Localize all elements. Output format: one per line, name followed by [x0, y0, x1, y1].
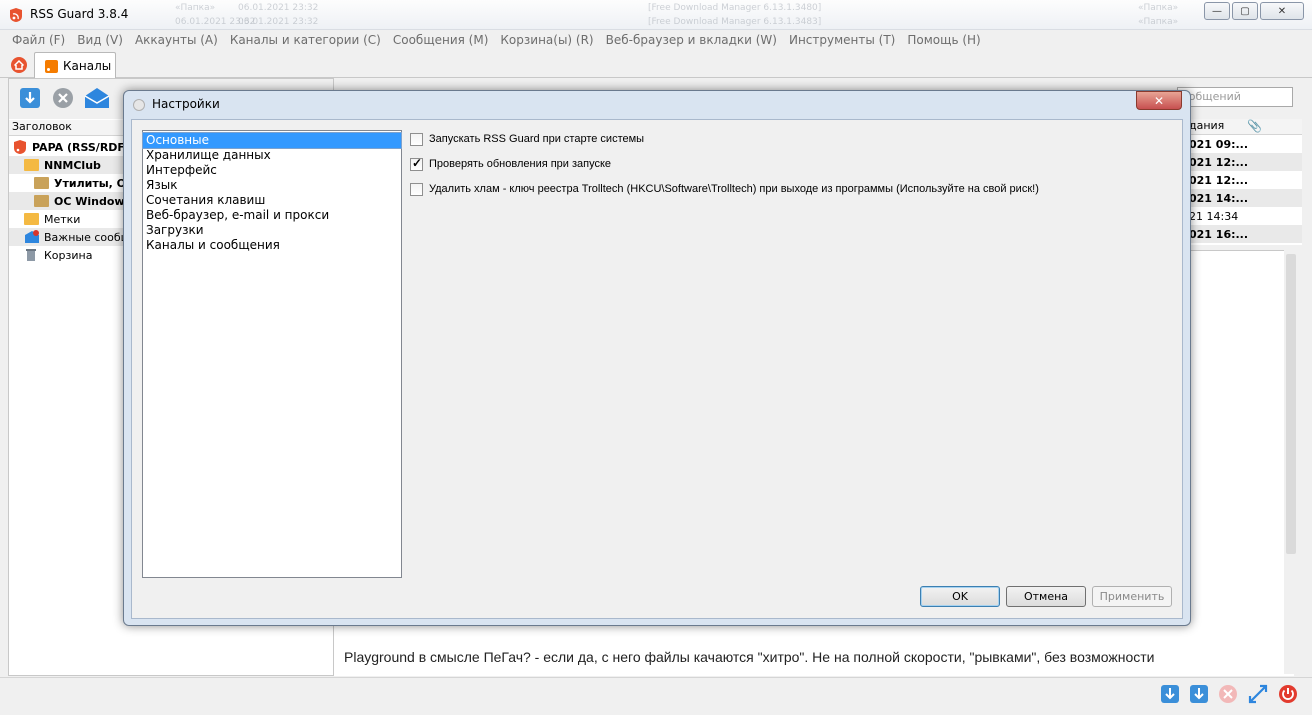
option-autostart[interactable]: Запускать RSS Guard при старте системы: [410, 130, 644, 148]
list-item[interactable]: 21 14:34: [1183, 207, 1302, 225]
option-label: Проверять обновления при запуске: [429, 158, 612, 170]
scrollbar-thumb[interactable]: [1286, 254, 1296, 554]
category-language[interactable]: Язык: [143, 178, 401, 193]
download-selected-icon[interactable]: [1189, 684, 1209, 704]
date-column-header[interactable]: дания 📎: [1183, 119, 1302, 135]
rss-guard-logo-icon: [14, 140, 26, 154]
settings-dialog: Настройки ✕ Основные Хранилище данных Ин…: [123, 90, 1191, 626]
rss-guard-logo-icon: [10, 8, 22, 22]
download-icon[interactable]: [19, 87, 41, 109]
dialog-body: Основные Хранилище данных Интерфейс Язык…: [131, 119, 1183, 619]
autostart-checkbox[interactable]: [410, 132, 423, 146]
category-shortcuts[interactable]: Сочетания клавиш: [143, 193, 401, 208]
menu-accounts[interactable]: Аккаунты (A): [135, 33, 218, 47]
tree-item-label: ОС Windows: [54, 194, 132, 208]
option-label: Удалить хлам - ключ реестра Trolltech (H…: [429, 183, 1039, 195]
maximize-button[interactable]: ▢: [1232, 2, 1258, 20]
menu-view[interactable]: Вид (V): [77, 33, 123, 47]
download-icon[interactable]: [1160, 684, 1180, 704]
tree-item-label: Корзина: [44, 248, 93, 262]
tab-feeds[interactable]: Каналы: [34, 52, 116, 79]
ghost-text: «Папка»: [1138, 3, 1179, 13]
dialog-close-button[interactable]: ✕: [1136, 91, 1182, 110]
messages-list: дания 📎 021 09:... 021 12:... 021 12:...…: [1182, 119, 1302, 245]
ghost-text: 06.01.2021 23:32: [238, 3, 319, 13]
title-bar: RSS Guard 3.8.4 «Папка» 06.01.2021 23:32…: [0, 0, 1312, 30]
ghost-text: 06.01.2021 23:32: [238, 17, 319, 27]
menu-file[interactable]: Файл (F): [12, 33, 65, 47]
menu-web-browser[interactable]: Веб-браузер и вкладки (W): [606, 33, 777, 47]
menu-messages[interactable]: Сообщения (M): [393, 33, 489, 47]
list-item[interactable]: 021 12:...: [1183, 171, 1302, 189]
category-interface[interactable]: Интерфейс: [143, 163, 401, 178]
general-options-panel: Запускать RSS Guard при старте системы П…: [406, 126, 1186, 256]
list-item[interactable]: 021 16:...: [1183, 225, 1302, 243]
category-data-storage[interactable]: Хранилище данных: [143, 148, 401, 163]
tree-item-label: NNMClub: [44, 158, 101, 172]
ok-button[interactable]: OK: [920, 586, 1000, 607]
folder-icon: [24, 159, 39, 171]
tab-feeds-label: Каналы: [63, 59, 112, 73]
ghost-text: [Free Download Manager 6.13.1.3483]: [648, 17, 822, 27]
preview-text: Playground в смысле ПеГач? - если да, с …: [344, 649, 1155, 665]
folder-icon: [34, 195, 49, 207]
menu-recycle-bin[interactable]: Корзина(ы) (R): [500, 33, 593, 47]
stop-icon[interactable]: [52, 87, 74, 109]
power-icon[interactable]: [1278, 684, 1298, 704]
fullscreen-icon[interactable]: [1248, 684, 1268, 704]
tree-item-label: Метки: [44, 212, 81, 226]
check-updates-checkbox[interactable]: [410, 156, 423, 171]
rss-icon: [45, 59, 58, 73]
trash-icon: [26, 249, 36, 261]
window-title: RSS Guard 3.8.4: [30, 7, 129, 21]
category-downloads[interactable]: Загрузки: [143, 223, 401, 238]
status-bar: [0, 677, 1312, 715]
category-feeds-messages[interactable]: Каналы и сообщения: [143, 238, 401, 253]
remove-trolltech-checkbox[interactable]: [410, 182, 423, 196]
menu-bar: Файл (F) Вид (V) Аккаунты (A) Каналы и к…: [0, 30, 1312, 50]
minimize-button[interactable]: —: [1204, 2, 1230, 20]
mail-icon[interactable]: [84, 87, 110, 109]
attachment-icon: 📎: [1247, 119, 1262, 133]
ghost-text: [Free Download Manager 6.13.1.3480]: [648, 3, 822, 13]
ghost-text: «Папка»: [1138, 17, 1179, 27]
dialog-title: Настройки: [152, 97, 220, 111]
list-item[interactable]: 021 09:...: [1183, 135, 1302, 153]
folder-icon: [34, 177, 49, 189]
preview-scrollbar[interactable]: [1284, 250, 1298, 674]
close-button[interactable]: ✕: [1260, 2, 1304, 20]
menu-tools[interactable]: Инструменты (T): [789, 33, 895, 47]
labels-folder-icon: [24, 213, 39, 225]
important-mail-icon: [25, 230, 39, 243]
menu-feeds[interactable]: Каналы и категории (C): [230, 33, 381, 47]
apply-button[interactable]: Применить: [1092, 586, 1172, 607]
cancel-button[interactable]: Отмена: [1006, 586, 1086, 607]
option-remove-trolltech[interactable]: Удалить хлам - ключ реестра Trolltech (H…: [410, 180, 1039, 198]
home-icon[interactable]: [10, 56, 28, 74]
ghost-text: «Папка»: [175, 3, 216, 13]
menu-help[interactable]: Помощь (H): [907, 33, 980, 47]
category-web-browser[interactable]: Веб-браузер, e-mail и прокси: [143, 208, 401, 223]
stop-icon[interactable]: [1218, 684, 1238, 704]
settings-category-list: Основные Хранилище данных Интерфейс Язык…: [142, 130, 402, 578]
category-general[interactable]: Основные: [142, 132, 402, 149]
tree-item-label: PAPA (RSS/RDF: [32, 140, 125, 154]
date-header-label: дания: [1189, 119, 1225, 132]
option-label: Запускать RSS Guard при старте системы: [429, 133, 645, 145]
option-check-updates[interactable]: Проверять обновления при запуске: [410, 155, 611, 173]
tab-bar: Каналы: [0, 50, 1312, 79]
list-item[interactable]: 021 12:...: [1183, 153, 1302, 171]
message-search-input[interactable]: ообщений: [1177, 87, 1293, 107]
settings-icon: [133, 99, 145, 111]
list-item[interactable]: 021 14:...: [1183, 189, 1302, 207]
